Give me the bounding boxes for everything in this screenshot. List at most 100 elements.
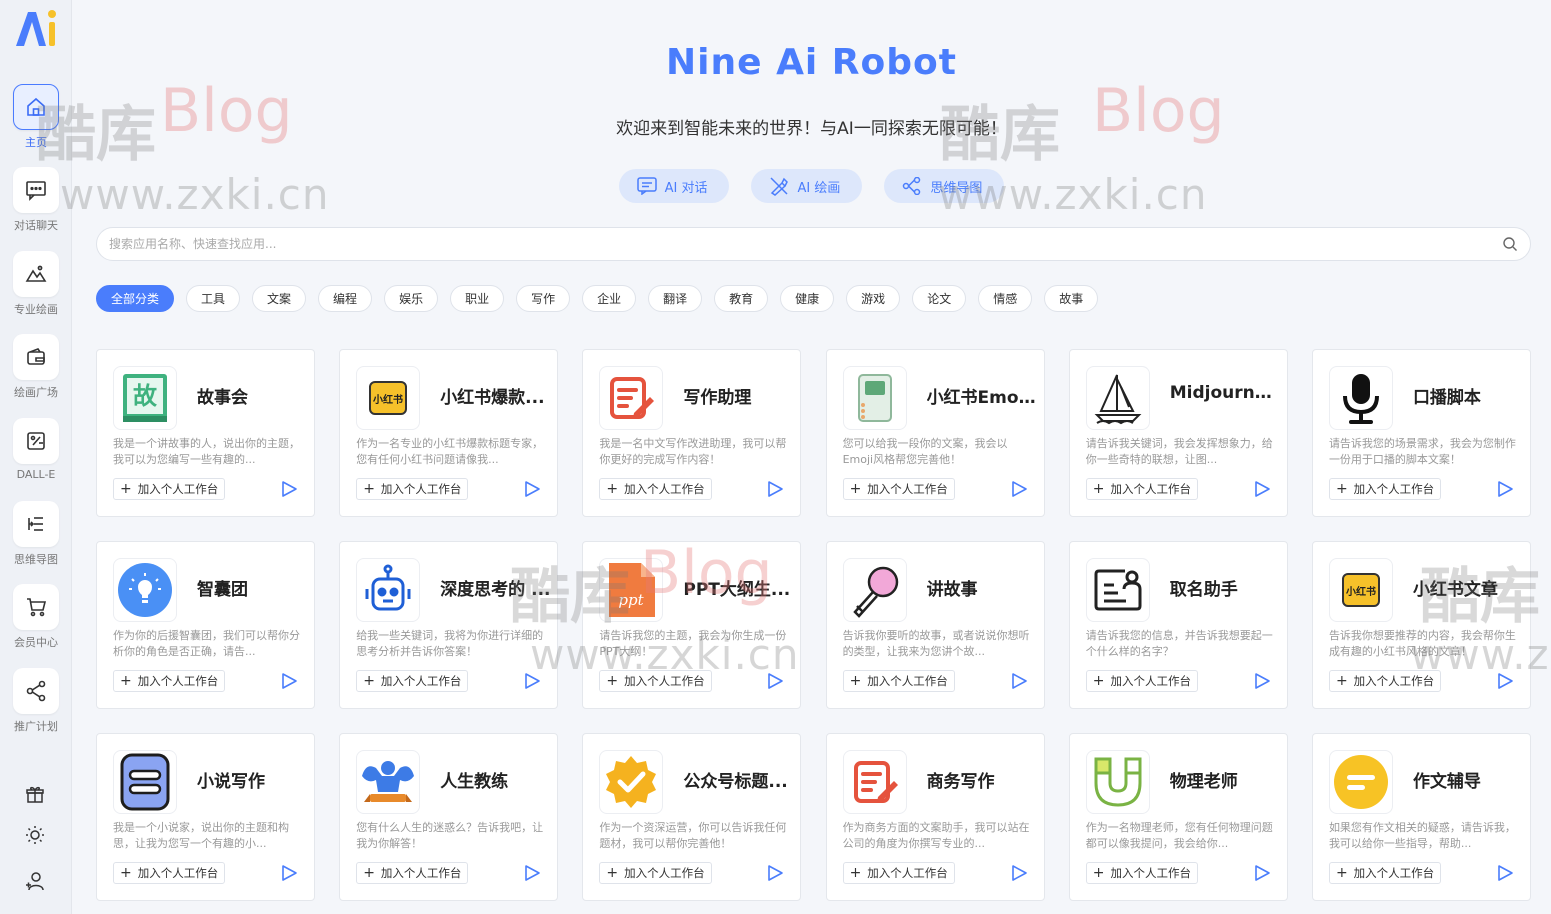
- app-card[interactable]: 物理老师 作为一名物理老师，您有任何物理问题都可以像我提问，我会给你... + 加入个…: [1068, 733, 1288, 901]
- app-card[interactable]: 作文辅导 如果您有作文相关的疑惑，请告诉我，我可以给你一些指导，帮助... + 加入个…: [1311, 733, 1531, 901]
- app-card[interactable]: ppt PPT大纲生... 请告诉我您的主题，我会为你生成一份PPT大纲！ + 加入个人…: [582, 541, 802, 709]
- play-icon[interactable]: [1253, 864, 1271, 886]
- plus-icon: +: [363, 481, 375, 497]
- play-icon[interactable]: [523, 480, 541, 502]
- plus-icon: +: [606, 865, 619, 881]
- add-to-workspace-label: 加入个人工作台: [137, 482, 219, 496]
- add-to-workspace-button[interactable]: + 加入个人工作台: [356, 670, 469, 692]
- add-to-workspace-button[interactable]: + 加入个人工作台: [1328, 670, 1442, 692]
- app-card[interactable]: 讲故事 告诉我你要听的故事，或者说说你想听的类型，让我来为您讲个故... + 加入个人…: [825, 541, 1045, 709]
- category-chip[interactable]: 工具: [186, 285, 241, 312]
- play-icon[interactable]: [1496, 480, 1514, 502]
- app-card[interactable]: 公众号标题... 作为一个资深运营，你可以告诉我任何题材，我可以帮你完善他！ + 加入…: [582, 733, 802, 901]
- sidebar-item-6[interactable]: 会员中心: [0, 584, 72, 650]
- add-to-workspace-button[interactable]: + 加入个人工作台: [842, 862, 955, 884]
- sidebar-item-3[interactable]: 绘画广场: [0, 334, 72, 400]
- app-card[interactable]: Midjourney... 请告诉我关键词，我会发挥想象力，给你一些奇特的联想，让…: [1068, 349, 1288, 517]
- add-to-workspace-button[interactable]: + 加入个人工作台: [1085, 478, 1198, 500]
- play-icon[interactable]: [1010, 672, 1028, 694]
- play-icon[interactable]: [1010, 864, 1028, 886]
- add-to-workspace-button[interactable]: + 加入个人工作台: [113, 670, 226, 692]
- mindmap-button[interactable]: 思维导图: [884, 169, 1005, 203]
- category-chip[interactable]: 娱乐: [384, 285, 439, 312]
- category-chip[interactable]: 职业: [450, 285, 505, 312]
- app-card[interactable]: 小红书 小红书文章 告诉我你想要推荐的内容，我会帮你生成有趣的小红书风格的文章！ + 加…: [1311, 541, 1531, 709]
- sidebar-item-4[interactable]: DALL-E: [0, 418, 72, 481]
- brush-icon: [13, 418, 59, 464]
- add-to-workspace-button[interactable]: + 加入个人工作台: [599, 670, 712, 692]
- category-chip[interactable]: 写作: [516, 285, 571, 312]
- play-icon[interactable]: [280, 672, 298, 694]
- app-card[interactable]: 小说写作 我是一个小说家，说出你的主题和构思，让我为您写一个有趣的小... + 加入个…: [96, 733, 315, 901]
- app-card[interactable]: 人生教练 您有什么人生的迷惑么？告诉我吧，让我为你解答！ + 加入个人工作台: [339, 733, 559, 901]
- user-add-icon[interactable]: [22, 868, 48, 894]
- app-card[interactable]: 深度思考的 ... 给我一些关键词，我将为你进行详细的思考分析并告诉你答案！ + 加入…: [339, 541, 559, 709]
- category-chip[interactable]: 游戏: [846, 285, 901, 312]
- play-icon[interactable]: [1496, 672, 1514, 694]
- category-chip[interactable]: 情感: [978, 285, 1033, 312]
- plus-icon: +: [849, 481, 862, 497]
- search-icon[interactable]: [1502, 236, 1518, 256]
- app-card[interactable]: 口播脚本 请告诉我您的场景需求，我会为您制作一份用于口播的脚本文案！ + 加入个人工作…: [1311, 349, 1531, 517]
- app-logo[interactable]: [12, 6, 58, 50]
- category-chip[interactable]: 翻译: [648, 285, 703, 312]
- add-to-workspace-button[interactable]: + 加入个人工作台: [356, 862, 469, 884]
- sun-icon[interactable]: [22, 822, 48, 848]
- app-card-description: 作为一名专业的小红书爆款标题专家，您有任何小红书问题请像我...: [356, 437, 544, 466]
- plus-icon: +: [120, 481, 132, 497]
- add-to-workspace-button[interactable]: + 加入个人工作台: [1085, 862, 1198, 884]
- category-chip[interactable]: 健康: [780, 285, 835, 312]
- karaoke-mic-icon: [842, 558, 907, 622]
- play-icon[interactable]: [1496, 864, 1514, 886]
- play-icon[interactable]: [523, 864, 541, 886]
- add-to-workspace-button[interactable]: + 加入个人工作台: [1328, 478, 1442, 500]
- category-chip[interactable]: 文案: [252, 285, 307, 312]
- app-card-title: 小红书Emoj...: [926, 388, 1039, 408]
- add-to-workspace-button[interactable]: + 加入个人工作台: [356, 478, 469, 500]
- play-icon[interactable]: [766, 864, 784, 886]
- category-chip[interactable]: 论文: [912, 285, 967, 312]
- sidebar-item-5[interactable]: 思维导图: [0, 501, 72, 567]
- sidebar-item-7[interactable]: 推广计划: [0, 668, 72, 734]
- play-icon[interactable]: [280, 864, 298, 886]
- sidebar-item-2[interactable]: 专业绘画: [0, 251, 72, 317]
- add-to-workspace-button[interactable]: + 加入个人工作台: [113, 862, 226, 884]
- app-card[interactable]: 取名助手 请告诉我您的信息，并告诉我想要起一个什么样的名字？ + 加入个人工作台: [1068, 541, 1288, 709]
- play-icon[interactable]: [280, 480, 298, 502]
- category-chip[interactable]: 故事: [1044, 285, 1099, 312]
- add-to-workspace-button[interactable]: + 加入个人工作台: [842, 478, 955, 500]
- app-card[interactable]: 小红书 小红书爆款... 作为一名专业的小红书爆款标题专家，您有任何小红书问题请像我…: [339, 349, 559, 517]
- category-chip[interactable]: 编程: [318, 285, 373, 312]
- app-card[interactable]: 写作助理 我是一名中文写作改进助理，我可以帮你更好的完成写作内容！ + 加入个人工作台: [582, 349, 802, 517]
- app-card[interactable]: 故 故事会 我是一个讲故事的人，说出你的主题，我可以为您编写一些有趣的... + 加入个…: [96, 349, 315, 517]
- app-card[interactable]: 商务写作 作为商务方面的文案助手，我可以站在公司的角度为你撰写专业的... + 加入个…: [825, 733, 1045, 901]
- plus-icon: +: [849, 865, 862, 881]
- category-chip[interactable]: 教育: [714, 285, 769, 312]
- category-chip[interactable]: 全部分类: [96, 285, 175, 312]
- play-icon[interactable]: [1253, 672, 1271, 694]
- sidebar-item-0[interactable]: 主页: [0, 84, 72, 150]
- app-card[interactable]: 小红书Emoj... 您可以给我一段你的文案，我会以Emoji风格帮您完善他！ + 加…: [825, 349, 1045, 517]
- add-to-workspace-button[interactable]: + 加入个人工作台: [1328, 862, 1442, 884]
- play-icon[interactable]: [766, 672, 784, 694]
- ai-chat-button[interactable]: AI 对话: [618, 169, 730, 203]
- add-to-workspace-button[interactable]: + 加入个人工作台: [1085, 670, 1198, 692]
- add-to-workspace-button[interactable]: + 加入个人工作台: [842, 670, 955, 692]
- app-card-description: 您有什么人生的迷惑么？告诉我吧，让我为你解答！: [356, 821, 544, 850]
- search-input[interactable]: [97, 228, 1477, 260]
- category-chip[interactable]: 企业: [582, 285, 637, 312]
- add-to-workspace-button[interactable]: + 加入个人工作台: [599, 478, 712, 500]
- play-icon[interactable]: [766, 480, 784, 502]
- play-icon[interactable]: [1010, 480, 1028, 502]
- sidebar-item-1[interactable]: 对话聊天: [0, 167, 72, 233]
- xiaohongshu-icon: 小红书: [356, 366, 421, 430]
- paint-icon: [770, 177, 789, 196]
- play-icon[interactable]: [523, 672, 541, 694]
- gift-icon[interactable]: [22, 782, 48, 808]
- add-to-workspace-button[interactable]: + 加入个人工作台: [599, 862, 712, 884]
- app-card[interactable]: 智囊团 作为你的后援智囊团，我们可以帮你分析你的角色是否正确，请告... + 加入个人…: [96, 541, 315, 709]
- ai-paint-button[interactable]: AI 绘画: [751, 169, 863, 203]
- add-to-workspace-button[interactable]: + 加入个人工作台: [113, 478, 226, 500]
- play-icon[interactable]: [1253, 480, 1271, 502]
- document-icon: [113, 750, 177, 814]
